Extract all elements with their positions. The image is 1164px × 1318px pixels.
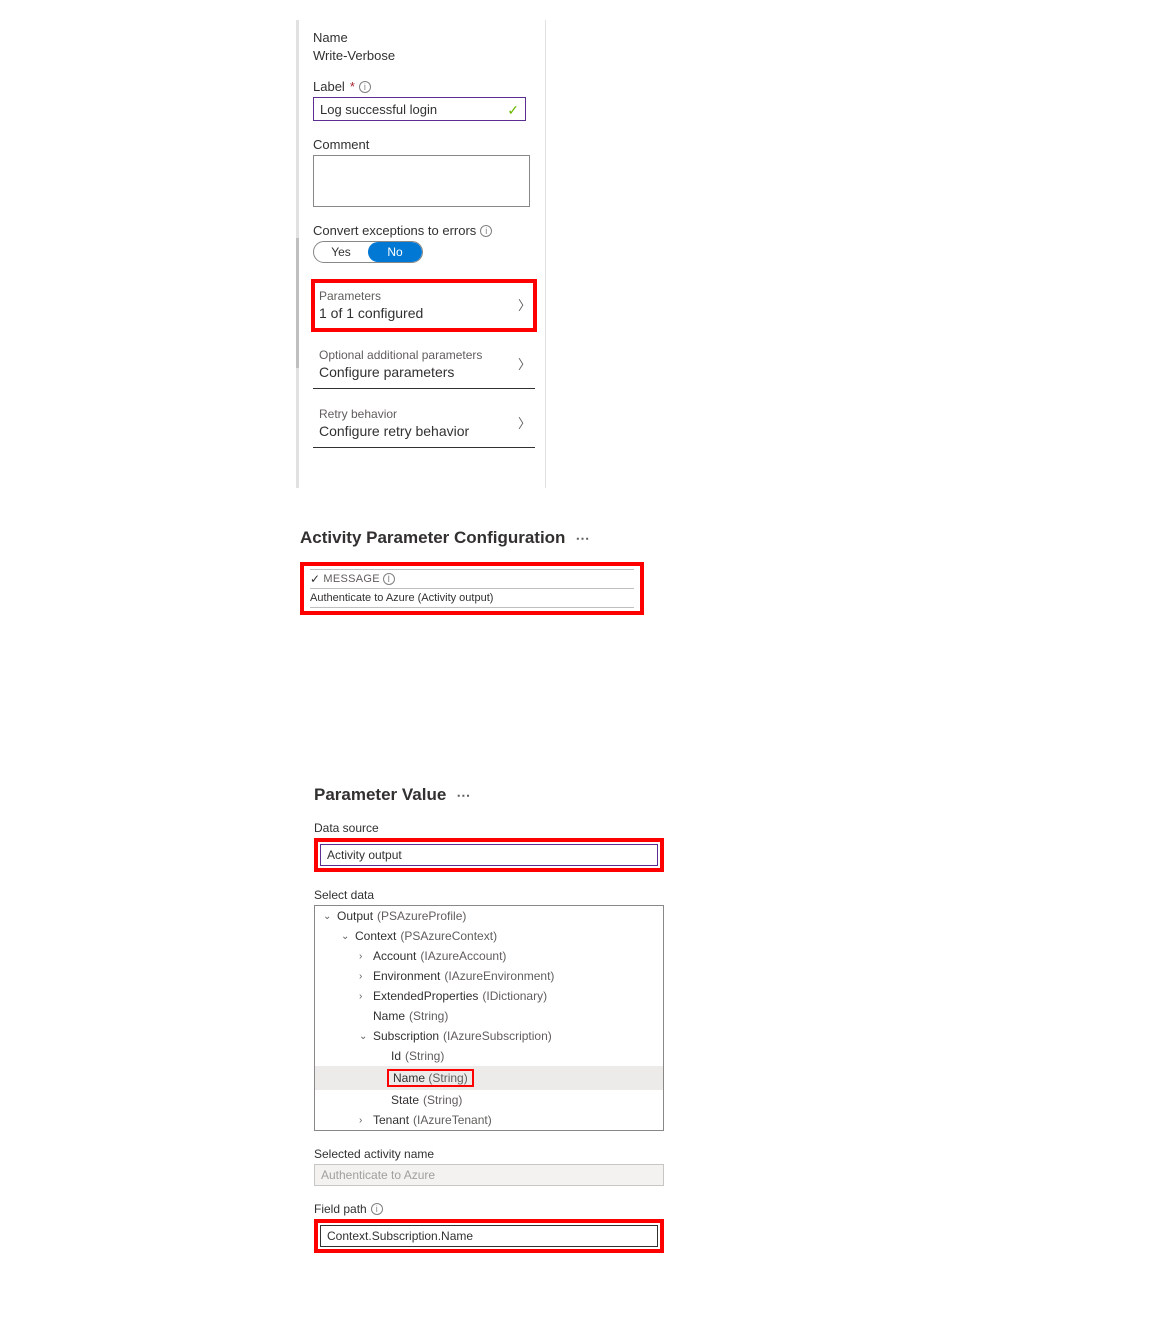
comment-input[interactable] <box>313 155 530 207</box>
optional-params-row[interactable]: Optional additional parameters Configure… <box>313 340 535 389</box>
message-box[interactable]: ✓ MESSAGE i Authenticate to Azure (Activ… <box>300 562 644 615</box>
chevron-right-icon: › <box>359 951 369 962</box>
section-title: Parameter Value ⋯ <box>314 785 664 805</box>
tree-output[interactable]: ⌄ Output (PSAzureProfile) <box>315 906 663 926</box>
more-icon[interactable]: ⋯ <box>575 530 590 547</box>
chevron-right-icon: › <box>359 1115 369 1126</box>
tree-context[interactable]: ⌄ Context (PSAzureContext) <box>315 926 663 946</box>
info-icon[interactable]: i <box>383 573 395 585</box>
tree-subscription[interactable]: ⌄ Subscription (IAzureSubscription) <box>315 1026 663 1046</box>
selected-activity-label: Selected activity name <box>314 1147 664 1161</box>
checkmark-icon: ✓ <box>310 572 320 586</box>
data-source-label: Data source <box>314 821 664 835</box>
toggle-yes[interactable]: Yes <box>314 242 368 262</box>
tree-context-name[interactable]: Name (String) <box>315 1006 663 1026</box>
field-path-label: Field path i <box>314 1202 664 1216</box>
field-path-input[interactable]: Context.Subscription.Name <box>320 1225 658 1247</box>
label-input[interactable]: Log successful login ✓ <box>313 97 526 121</box>
scrollbar-thumb[interactable] <box>296 238 299 368</box>
toggle-no[interactable]: No <box>368 242 422 262</box>
selected-activity-input: Authenticate to Azure <box>314 1164 664 1186</box>
chevron-right-icon: › <box>359 971 369 982</box>
chevron-right-icon: 〉 <box>518 295 531 314</box>
tree-sub-state[interactable]: State (String) <box>315 1090 663 1110</box>
info-icon[interactable]: i <box>359 81 371 93</box>
tree-tenant[interactable]: › Tenant (IAzureTenant) <box>315 1110 663 1130</box>
activity-config-panel: Name Write-Verbose Label * i Log success… <box>296 20 546 488</box>
parameter-value-panel: Parameter Value ⋯ Data source Activity o… <box>314 785 664 1253</box>
name-value: Write-Verbose <box>313 48 535 63</box>
chevron-right-icon: 〉 <box>518 354 531 373</box>
data-source-highlight: Activity output <box>314 838 664 872</box>
comment-label: Comment <box>313 137 535 152</box>
label-label: Label * i <box>313 79 535 94</box>
tree-sub-id[interactable]: Id (String) <box>315 1046 663 1066</box>
checkmark-icon: ✓ <box>507 102 519 119</box>
info-icon[interactable]: i <box>371 1203 383 1215</box>
chevron-down-icon: ⌄ <box>323 911 333 922</box>
chevron-down-icon: ⌄ <box>359 1031 369 1042</box>
field-path-highlight: Context.Subscription.Name <box>314 1219 664 1253</box>
data-source-select[interactable]: Activity output <box>320 844 658 866</box>
chevron-down-icon: ⌄ <box>341 931 351 942</box>
retry-behavior-row[interactable]: Retry behavior Configure retry behavior … <box>313 399 535 448</box>
name-label: Name <box>313 30 535 45</box>
tree-extendedprops[interactable]: › ExtendedProperties (IDictionary) <box>315 986 663 1006</box>
chevron-right-icon: › <box>359 991 369 1002</box>
info-icon[interactable]: i <box>480 225 492 237</box>
tree-account[interactable]: › Account (IAzureAccount) <box>315 946 663 966</box>
tree-environment[interactable]: › Environment (IAzureEnvironment) <box>315 966 663 986</box>
select-data-label: Select data <box>314 888 664 902</box>
chevron-right-icon: 〉 <box>518 413 531 432</box>
section-title: Activity Parameter Configuration ⋯ <box>300 528 644 548</box>
required-asterisk: * <box>350 79 355 94</box>
select-data-tree: ⌄ Output (PSAzureProfile) ⌄ Context (PSA… <box>314 905 664 1131</box>
more-icon[interactable]: ⋯ <box>456 787 471 804</box>
tree-sub-name[interactable]: Name (String) <box>315 1066 663 1090</box>
convert-toggle[interactable]: Yes No <box>313 241 423 263</box>
parameters-row[interactable]: Parameters 1 of 1 configured 〉 <box>313 281 535 330</box>
activity-param-config-panel: Activity Parameter Configuration ⋯ ✓ MES… <box>300 528 644 615</box>
convert-label: Convert exceptions to errors i <box>313 223 535 238</box>
